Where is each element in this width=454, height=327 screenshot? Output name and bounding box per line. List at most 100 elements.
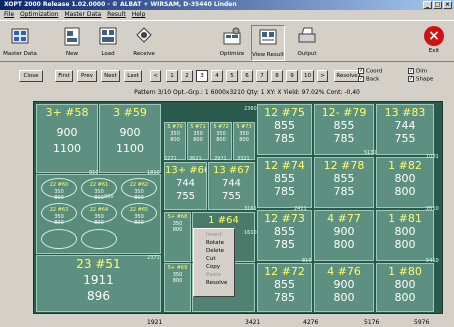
menu-bar: File Optimization Master Data Result Hel… <box>0 10 454 19</box>
coord-mark: 1081 <box>426 154 439 160</box>
view-result-label: View Result <box>252 52 284 58</box>
exit-icon: × <box>424 26 444 46</box>
panel[interactable]: 12- #79 855 785 <box>314 104 374 155</box>
page-5[interactable]: 5 <box>226 70 238 82</box>
panel[interactable]: 1 #82 800 800 <box>376 157 434 208</box>
maximize-button[interactable]: □ <box>433 1 442 9</box>
coord-mark: 2371 <box>147 255 160 261</box>
context-menu: Insert Rotate Delete Cut Copy Paste Reso… <box>193 228 235 297</box>
receive-label: Receive <box>133 51 155 57</box>
close-button[interactable]: Close <box>19 70 43 82</box>
page-3[interactable]: 3 <box>196 70 208 82</box>
panel[interactable]: 22 #62 350 800 <box>127 181 151 201</box>
page-7[interactable]: 7 <box>256 70 268 82</box>
panel[interactable]: 1 #81 800 800 <box>376 210 434 261</box>
panel[interactable]: 3+ #58 900 1100 <box>36 104 98 173</box>
prev-button[interactable]: Prev <box>77 70 97 82</box>
panel[interactable]: 13+ #66 744 755 <box>164 162 207 210</box>
panel[interactable]: 22 #60 350 800 <box>47 181 71 201</box>
receive-button[interactable]: Receive <box>127 25 161 61</box>
panel[interactable]: 4 #76 900 800 <box>314 263 374 312</box>
next-button[interactable]: Next <box>101 70 120 82</box>
panel[interactable]: 5 #71 350 800 <box>187 122 209 160</box>
optimize-button[interactable]: Optimize <box>215 25 249 61</box>
minimize-button[interactable]: _ <box>423 1 432 9</box>
page-4[interactable]: 4 <box>211 70 223 82</box>
x-tick: 4276 <box>303 319 319 326</box>
exit-button[interactable]: × Exit <box>417 25 451 61</box>
menu-cut[interactable]: Cut <box>194 255 234 263</box>
view-result-icon <box>259 29 277 45</box>
master-data-label: Master Data <box>3 51 37 57</box>
load-button[interactable]: Load <box>91 25 125 61</box>
panel[interactable]: 22 #65 350 800 <box>127 206 151 226</box>
coord-mark: 2271 <box>164 156 177 162</box>
shape-checkbox[interactable]: ✓ Shape <box>408 76 433 84</box>
master-data-button[interactable]: Master Data <box>3 25 37 61</box>
coord-mark: 1810 <box>147 170 160 176</box>
printer-icon <box>298 27 316 43</box>
panel[interactable]: 12 #72 855 785 <box>257 263 312 312</box>
shaped-parts-area[interactable]: 22 #60 350 800 22 #61 350 800 22 #62 350 800 2… <box>36 174 161 254</box>
menu-help[interactable]: Help <box>132 10 146 19</box>
coord-mark: 1610 <box>244 230 257 236</box>
coord-mark: 2360 <box>244 106 257 112</box>
page-1[interactable]: 1 <box>166 70 178 82</box>
panel[interactable]: 13 #67 744 755 <box>208 162 255 210</box>
coord-mark: 5410 <box>426 258 439 264</box>
window-title: XOPT 2000 Release 1.02.0000 - © ALBAT + … <box>4 1 237 8</box>
coord-checkbox[interactable]: ✓ Coord <box>358 68 382 76</box>
page-6[interactable]: 6 <box>241 70 253 82</box>
menu-resolve[interactable]: Resolve <box>194 279 234 287</box>
page-next-arrow[interactable]: > <box>317 70 328 82</box>
coord-mark: 3621 <box>189 156 202 162</box>
new-label: New <box>66 51 78 57</box>
panel[interactable]: 1 #80 800 800 <box>376 263 434 312</box>
page-9[interactable]: 9 <box>286 70 298 82</box>
coord-mark: 2010 <box>426 206 439 212</box>
first-button[interactable]: First <box>55 70 73 82</box>
panel[interactable]: 12 #75 855 785 <box>257 104 312 155</box>
panel[interactable]: 22 #64 350 800 <box>87 206 111 226</box>
panel[interactable]: 12 #74 855 785 <box>257 157 312 208</box>
panel[interactable]: 12 #73 855 785 <box>257 210 312 261</box>
back-checkbox[interactable]: ✓ Back <box>358 76 379 84</box>
panel[interactable]: 5 #70 350 800 <box>164 122 186 160</box>
page-10[interactable]: 10 <box>301 70 314 82</box>
new-button[interactable]: New <box>55 25 89 61</box>
menu-file[interactable]: File <box>4 10 14 19</box>
page-2[interactable]: 2 <box>181 70 193 82</box>
panel[interactable]: 5+ #69 350 800 <box>164 263 191 312</box>
output-button[interactable]: Output <box>290 25 324 61</box>
page-8[interactable]: 8 <box>271 70 283 82</box>
coord-mark: 3161 <box>244 206 257 212</box>
page-prev-arrow[interactable]: < <box>150 70 161 82</box>
load-label: Load <box>101 51 115 57</box>
last-button[interactable]: Last <box>124 70 142 82</box>
x-tick: 1921 <box>147 319 163 326</box>
panel[interactable]: 22 #63 350 800 <box>47 206 71 226</box>
panel[interactable]: 5+ #68 350 800 <box>164 212 191 262</box>
panel[interactable]: 5 #73 350 800 <box>233 122 255 160</box>
coord-mark: 5131 <box>364 150 377 156</box>
panel[interactable]: 12 #78 855 785 <box>314 157 374 208</box>
panel[interactable]: 4 #77 900 800 <box>314 210 374 261</box>
pattern-info: Pattern 3/10 Opt.-Grp.: 1 6000x3210 Qty:… <box>134 89 360 96</box>
view-result-button[interactable]: View Result <box>251 25 285 61</box>
cutting-pattern-board[interactable]: 3+ #58 900 1100 3 #59 900 1100 22 #60 350… <box>33 101 443 314</box>
menu-rotate[interactable]: Rotate <box>194 239 234 247</box>
menu-result[interactable]: Result <box>107 10 126 19</box>
dim-checkbox[interactable]: ✓ Dim <box>408 68 427 76</box>
menu-copy[interactable]: Copy <box>194 263 234 271</box>
panel[interactable]: 13 #83 744 755 <box>376 104 434 155</box>
close-window-button[interactable]: × <box>443 1 452 9</box>
menu-optimization[interactable]: Optimization <box>20 10 58 19</box>
panel[interactable]: 3 #59 900 1100 <box>99 104 161 173</box>
output-label: Output <box>297 51 317 57</box>
menu-paste: Paste <box>206 272 221 278</box>
panel[interactable]: 5 #72 350 800 <box>210 122 232 160</box>
menu-master-data[interactable]: Master Data <box>64 10 101 19</box>
menu-delete[interactable]: Delete <box>194 247 234 255</box>
panel[interactable]: 23 #51 1911 896 <box>36 255 161 312</box>
resolve-button[interactable]: Resolve <box>334 70 360 82</box>
